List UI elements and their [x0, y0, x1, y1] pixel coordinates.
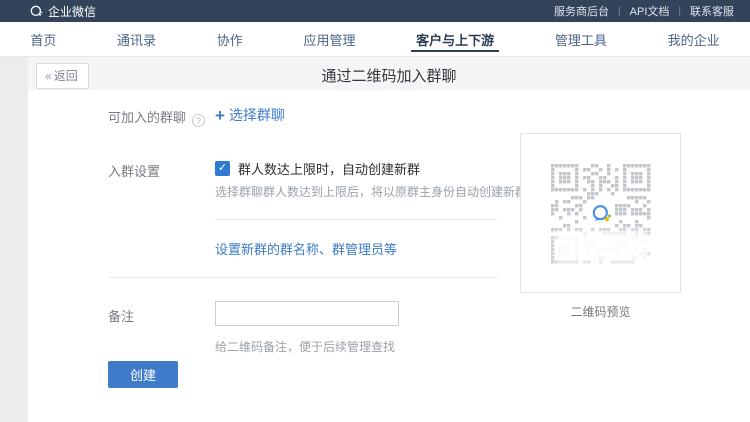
redacted-label-overlay	[561, 237, 643, 257]
create-button[interactable]: 创建	[108, 361, 178, 388]
remark-input[interactable]	[215, 301, 399, 326]
page-title: 通过二维码加入群聊	[28, 65, 750, 86]
wechat-work-logo-icon	[30, 5, 43, 18]
new-group-settings-link[interactable]: 设置新群的群名称、群管理员等	[215, 239, 397, 258]
select-group-label: 选择群聊	[229, 107, 285, 123]
auto-create-group-checkbox-row[interactable]: ✓ 群人数达上限时，自动创建新群	[215, 159, 420, 178]
page-header: «返回 通过二维码加入群聊	[28, 57, 750, 90]
top-bar: 企业微信 服务商后台 | API文档 | 联系客服	[0, 0, 750, 22]
api-docs-link[interactable]: API文档	[630, 3, 670, 19]
nav-item-app-management[interactable]: 应用管理	[299, 22, 359, 57]
nav-item-admin-tools[interactable]: 管理工具	[551, 22, 611, 57]
select-group-link[interactable]: +选择群聊	[215, 105, 285, 126]
divider	[108, 277, 498, 278]
nav-item-my-company[interactable]: 我的企业	[664, 22, 724, 57]
main-panel: 可加入的群聊? +选择群聊 入群设置 ✓ 群人数达上限时，自动创建新群 选择群聊…	[28, 90, 750, 422]
separator: |	[618, 6, 621, 17]
joinable-group-label: 可加入的群聊?	[108, 107, 205, 127]
separator: |	[678, 6, 681, 17]
remark-label: 备注	[108, 306, 134, 325]
brand: 企业微信	[30, 3, 96, 20]
qr-caption: 二维码预览	[520, 303, 681, 320]
app-window: 企业微信 服务商后台 | API文档 | 联系客服 首页 通讯录 协作 应用管理…	[0, 0, 750, 422]
qr-code-preview-card	[520, 133, 681, 293]
nav-item-customers-upstream-downstream[interactable]: 客户与上下游	[412, 22, 498, 57]
contact-support-link[interactable]: 联系客服	[690, 3, 734, 19]
nav-item-home[interactable]: 首页	[26, 22, 60, 57]
topbar-links: 服务商后台 | API文档 | 联系客服	[554, 3, 734, 19]
join-settings-label: 入群设置	[108, 161, 160, 180]
join-settings-helper-text: 选择群聊群人数达到上限后，将以原群主身份自动创建新群	[215, 183, 527, 200]
divider	[215, 219, 498, 220]
nav-item-contacts[interactable]: 通讯录	[113, 22, 160, 57]
nav-item-collaboration[interactable]: 协作	[213, 22, 247, 57]
checkbox-label: 群人数达上限时，自动创建新群	[238, 159, 420, 178]
service-provider-link[interactable]: 服务商后台	[554, 3, 609, 19]
plus-icon: +	[215, 106, 225, 125]
info-icon[interactable]: ?	[192, 114, 205, 127]
checkbox-checked-icon[interactable]: ✓	[215, 161, 230, 176]
wechat-work-bubble-icon	[587, 200, 615, 228]
brand-name: 企业微信	[48, 3, 96, 20]
main-nav: 首页 通讯录 协作 应用管理 客户与上下游 管理工具 我的企业	[0, 22, 750, 57]
remark-helper-text: 给二维码备注，便于后续管理查找	[215, 338, 395, 355]
